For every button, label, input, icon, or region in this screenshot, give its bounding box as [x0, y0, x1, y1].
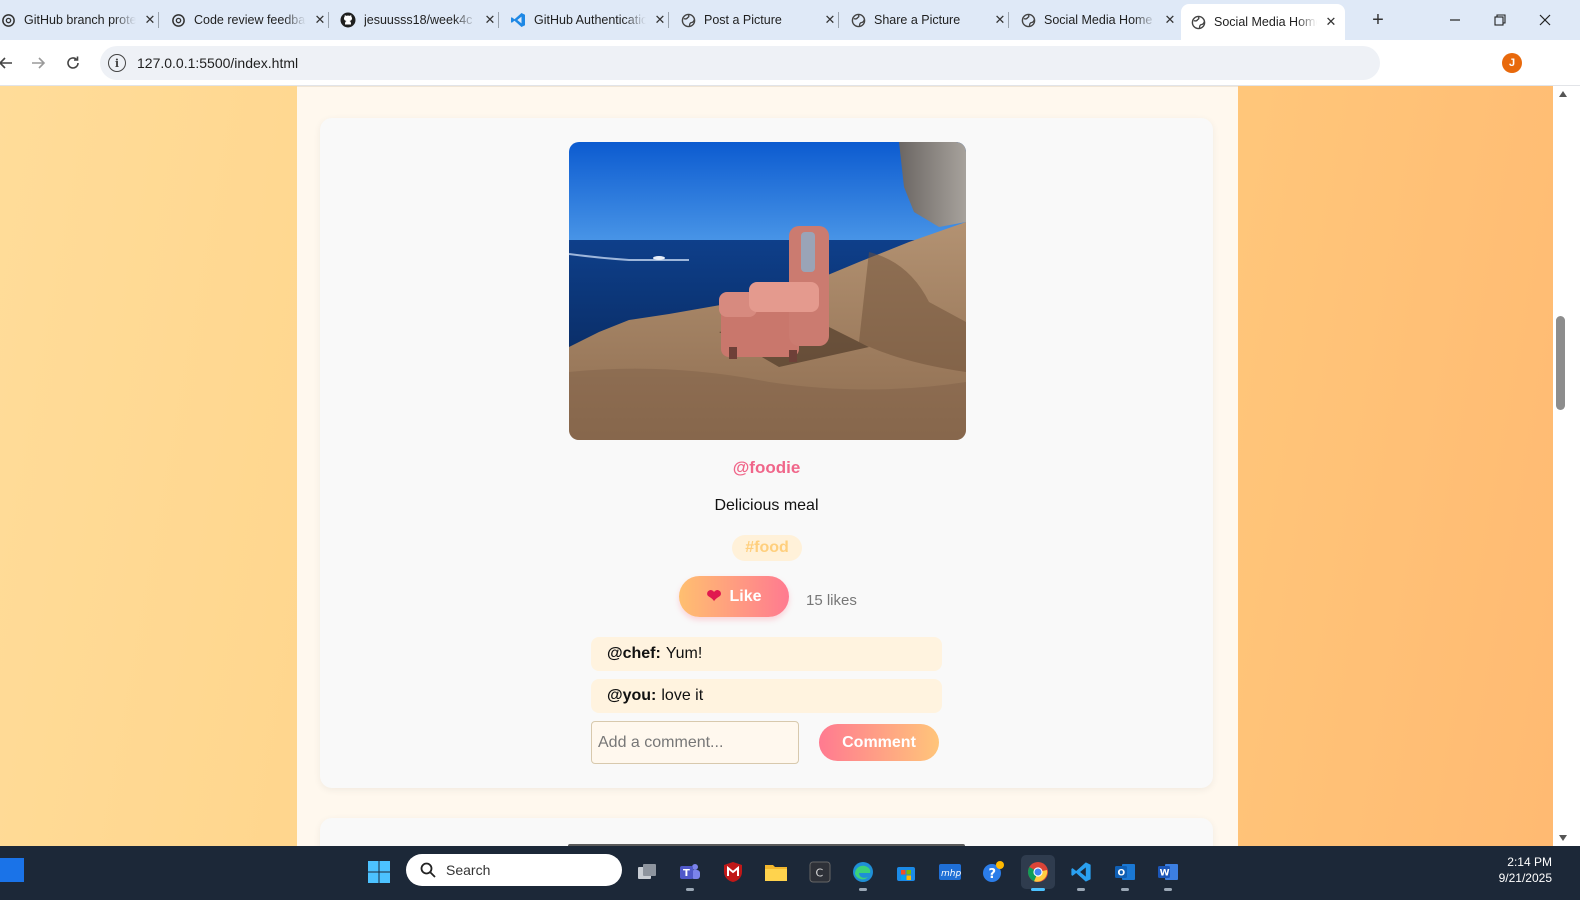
page-scrollbar[interactable] [1553, 86, 1580, 846]
tab-title: jesuusss18/week4c [364, 13, 473, 27]
tab-code-review[interactable]: Code review feedback ✕ [170, 4, 329, 36]
scroll-up-arrow-icon[interactable] [1559, 91, 1567, 97]
site-info-icon[interactable]: i [108, 54, 126, 72]
svg-text:T: T [683, 868, 690, 879]
close-tab-icon[interactable]: ✕ [1323, 14, 1339, 30]
back-icon[interactable] [0, 51, 18, 75]
vscode-icon[interactable] [1064, 855, 1098, 891]
post-username[interactable]: @foodie [320, 458, 1213, 478]
file-explorer-icon[interactable] [759, 855, 793, 889]
scroll-down-arrow-icon[interactable] [1559, 835, 1567, 841]
tab-social-home-1[interactable]: Social Media Home ✕ [1020, 4, 1178, 36]
svg-text:?: ? [989, 867, 997, 882]
reload-icon[interactable] [61, 51, 85, 75]
comment-user: @chef: [607, 645, 661, 662]
github-icon [340, 12, 356, 28]
close-tab-icon[interactable]: ✕ [1162, 12, 1178, 28]
tab-title: GitHub Authentication [534, 13, 646, 27]
url-text: 127.0.0.1:5500/index.html [137, 55, 299, 71]
task-view-icon[interactable] [630, 855, 664, 889]
tab-title: Social Media Home [1044, 13, 1153, 27]
microsoft-store-icon[interactable] [889, 855, 923, 889]
browser-toolbar: i 127.0.0.1:5500/index.html G J [0, 40, 1580, 112]
svg-text:W: W [1160, 869, 1170, 879]
hp-support-icon[interactable]: mhp [933, 855, 967, 889]
edge-icon[interactable] [846, 855, 880, 891]
tab-github-auth[interactable]: GitHub Authentication ✕ [510, 4, 669, 36]
tab-github-branch[interactable]: GitHub branch protection ✕ [0, 4, 159, 36]
close-tab-icon[interactable]: ✕ [482, 12, 498, 28]
restore-button[interactable] [1488, 8, 1512, 32]
address-bar[interactable]: i 127.0.0.1:5500/index.html [100, 46, 1380, 80]
clock-date: 9/21/2025 [1498, 871, 1552, 885]
close-tab-icon[interactable]: ✕ [142, 12, 158, 28]
globe-icon [850, 12, 866, 28]
svg-text:C: C [816, 867, 824, 880]
tab-share-picture[interactable]: Share a Picture ✕ [850, 4, 1009, 36]
search-icon [420, 862, 436, 878]
profile-avatar[interactable]: J [1502, 53, 1522, 73]
globe-icon [1020, 12, 1036, 28]
globe-icon [1190, 14, 1206, 30]
comment-button[interactable]: Comment [819, 724, 939, 761]
comment-user: @you: [607, 687, 657, 704]
search-label: Search [446, 862, 491, 878]
close-window-button[interactable] [1533, 8, 1557, 32]
comment-text: Yum! [665, 645, 703, 662]
comment-item: @chef: Yum! [591, 637, 942, 671]
openai-icon [0, 12, 16, 28]
tab-post-picture[interactable]: Post a Picture ✕ [680, 4, 839, 36]
close-tab-icon[interactable]: ✕ [992, 12, 1008, 28]
tab-social-home-active[interactable]: Social Media Home ✕ [1181, 4, 1345, 40]
svg-text:O: O [1118, 869, 1126, 879]
comment-item: @you: love it [591, 679, 942, 713]
post-caption: Delicious meal [714, 497, 819, 514]
close-tab-icon[interactable]: ✕ [312, 12, 328, 28]
scrollbar-thumb[interactable] [1556, 316, 1565, 410]
forward-icon[interactable] [26, 51, 50, 75]
vscode-icon [510, 12, 526, 28]
like-count: 15 likes [806, 592, 857, 609]
chrome-icon[interactable] [1021, 855, 1055, 891]
heart-icon: ❤ [706, 586, 722, 606]
page-viewport: @foodie Delicious meal #food ❤ Like 15 l… [0, 86, 1553, 846]
like-button[interactable]: ❤ Like [679, 576, 789, 617]
teams-icon[interactable]: T [673, 855, 707, 891]
system-clock[interactable]: 2:14 PM 9/21/2025 [1470, 854, 1552, 886]
svg-text:mhp: mhp [941, 869, 961, 879]
post-card: @foodie Delicious meal #food ❤ Like 15 l… [320, 118, 1213, 788]
new-tab-button[interactable]: + [1366, 8, 1390, 32]
post-hashtag[interactable]: #food [732, 535, 802, 561]
next-post-card [320, 818, 1213, 846]
like-button-label: Like [729, 587, 762, 605]
post-image [569, 142, 966, 440]
tab-title: Post a Picture [704, 13, 782, 27]
get-help-icon[interactable]: ? [976, 855, 1010, 889]
feed-container: @foodie Delicious meal #food ❤ Like 15 l… [297, 86, 1238, 846]
openai-icon [170, 12, 186, 28]
word-icon[interactable]: W [1151, 855, 1185, 891]
mcafee-icon[interactable] [716, 855, 750, 889]
outlook-icon[interactable]: O [1108, 855, 1142, 891]
comment-text: love it [661, 687, 704, 704]
tab-title: Code review feedback [194, 13, 306, 27]
minimize-button[interactable] [1443, 8, 1467, 32]
tab-strip: GitHub branch protection ✕ Code review f… [0, 0, 1580, 40]
comment-input[interactable] [591, 721, 799, 764]
close-tab-icon[interactable]: ✕ [822, 12, 838, 28]
tab-title: Share a Picture [874, 13, 961, 27]
globe-icon [680, 12, 696, 28]
windows-start-icon[interactable] [362, 855, 396, 889]
tab-title: Social Media Home [1214, 15, 1317, 29]
taskbar-search[interactable]: Search [406, 854, 622, 886]
widgets-icon[interactable] [0, 858, 24, 882]
windows-taskbar: Search T C mhp ? O W 2:14 PM 9/21/2025 [0, 846, 1580, 900]
tab-github-repo[interactable]: jesuusss18/week4c ✕ [340, 4, 499, 36]
clock-time: 2:14 PM [1507, 855, 1552, 869]
close-tab-icon[interactable]: ✕ [652, 12, 668, 28]
tab-title: GitHub branch protection [24, 13, 136, 27]
app-c-icon[interactable]: C [803, 855, 837, 889]
